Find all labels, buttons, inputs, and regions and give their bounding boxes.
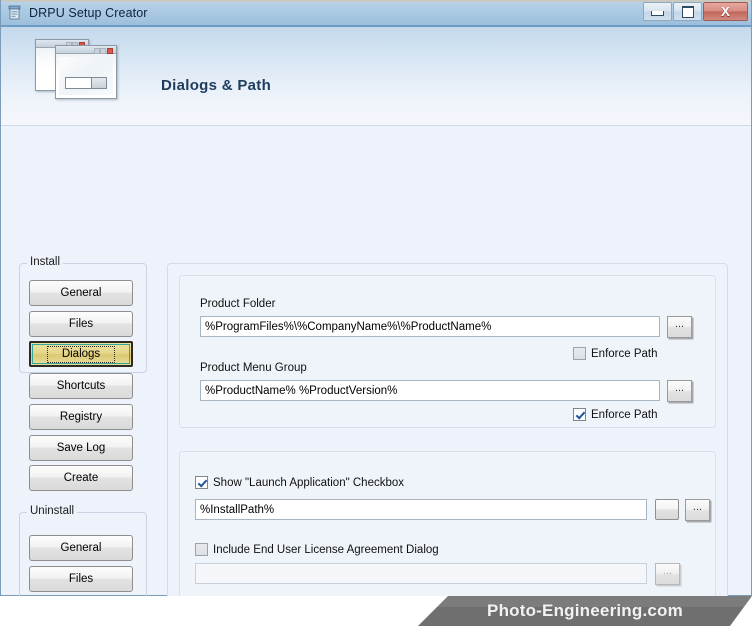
launch-application-path-input[interactable]: %InstallPath% (195, 499, 647, 520)
watermark-banner: Photo-Engineering.com (418, 596, 752, 626)
main-window: DRPU Setup Creator X Dialogs & Path Inst… (0, 0, 752, 626)
minimize-button[interactable] (643, 2, 672, 21)
title-bar: DRPU Setup Creator X (1, 0, 751, 27)
maximize-icon (681, 5, 694, 18)
checkbox-label: Enforce Path (591, 408, 658, 421)
maximize-button[interactable] (673, 2, 702, 21)
eula-browse-button[interactable]: ... (655, 563, 680, 585)
checkbox-box (573, 408, 586, 421)
launch-application-browse-button[interactable]: ... (685, 499, 710, 521)
product-menu-group-enforce-path-checkbox[interactable]: Enforce Path (573, 408, 657, 421)
sidebar-item-label: General (60, 287, 102, 299)
illustration-titlebar-front (56, 46, 116, 54)
sidebar-item-install-save-log[interactable]: Save Log (29, 435, 133, 461)
product-menu-group-input[interactable]: %ProductName% %ProductVersion% (200, 380, 660, 401)
sidebar-item-label: Registry (59, 411, 103, 423)
illustration-body (59, 57, 113, 95)
illustration-window-front (55, 45, 117, 99)
checkbox-box (573, 347, 586, 360)
checkbox-label: Enforce Path (591, 347, 658, 360)
close-icon: X (721, 4, 730, 19)
application-window: DRPU Setup Creator X Dialogs & Path Inst… (0, 0, 752, 626)
checkbox-label: Show "Launch Application" Checkbox (213, 476, 405, 489)
install-group-label: Install (27, 256, 64, 268)
launch-application-icon-button[interactable] (655, 499, 679, 520)
sidebar-item-uninstall-files[interactable]: Files (29, 566, 133, 592)
content-area: Install General Files Dialogs Shortcuts … (1, 126, 751, 626)
sidebar-item-install-registry[interactable]: Registry (29, 404, 133, 430)
include-eula-checkbox[interactable]: Include End User License Agreement Dialo… (195, 543, 439, 556)
checkbox-box (195, 543, 208, 556)
uninstall-group-label: Uninstall (27, 505, 78, 517)
sidebar-item-install-create[interactable]: Create (29, 465, 133, 491)
product-menu-group-browse-button[interactable]: ... (667, 380, 692, 402)
checkbox-label: Include End User License Agreement Dialo… (213, 543, 439, 556)
setup-package-icon (7, 5, 23, 21)
paths-panel: Product Folder %ProgramFiles%\%CompanyNa… (179, 275, 716, 428)
sidebar-item-label: Create (63, 472, 99, 484)
selected-inner-frame: Dialogs (32, 344, 130, 364)
sidebar-item-label: Files (68, 318, 94, 330)
sidebar-item-label: Files (68, 573, 94, 585)
show-launch-application-checkbox[interactable]: Show "Launch Application" Checkbox (195, 476, 404, 489)
product-folder-label: Product Folder (200, 298, 276, 310)
page-title: Dialogs & Path (161, 77, 272, 94)
product-folder-browse-button[interactable]: ... (667, 316, 692, 338)
sidebar-item-label: General (60, 542, 102, 554)
checkbox-box (195, 476, 208, 489)
sidebar-item-install-dialogs[interactable]: Dialogs (29, 341, 133, 367)
watermark-text: Photo-Engineering.com (487, 601, 683, 620)
window-title: DRPU Setup Creator (29, 5, 148, 20)
product-folder-input[interactable]: %ProgramFiles%\%CompanyName%\%ProductNam… (200, 316, 660, 337)
minimize-icon (651, 11, 664, 16)
header-banner: Dialogs & Path (1, 27, 751, 126)
sidebar-item-uninstall-general[interactable]: General (29, 535, 133, 561)
sidebar-item-label: Shortcuts (56, 380, 106, 392)
product-folder-enforce-path-checkbox[interactable]: Enforce Path (573, 347, 657, 360)
product-menu-group-label: Product Menu Group (200, 362, 307, 374)
main-settings-panel: Product Folder %ProgramFiles%\%CompanyNa… (167, 263, 728, 626)
sidebar-item-install-files[interactable]: Files (29, 311, 133, 337)
sidebar-item-install-general[interactable]: General (29, 280, 133, 306)
sidebar-item-label: Save Log (56, 442, 106, 454)
window-controls: X (643, 2, 748, 21)
sidebar-item-install-shortcuts[interactable]: Shortcuts (29, 373, 133, 399)
close-button[interactable]: X (703, 2, 748, 21)
illustration-button (91, 77, 107, 89)
sidebar-item-label: Dialogs (46, 345, 116, 363)
options-panel: Show "Launch Application" Checkbox %Inst… (179, 451, 716, 616)
dialogs-illustration-icon (35, 33, 127, 99)
eula-path-input[interactable] (195, 563, 647, 584)
